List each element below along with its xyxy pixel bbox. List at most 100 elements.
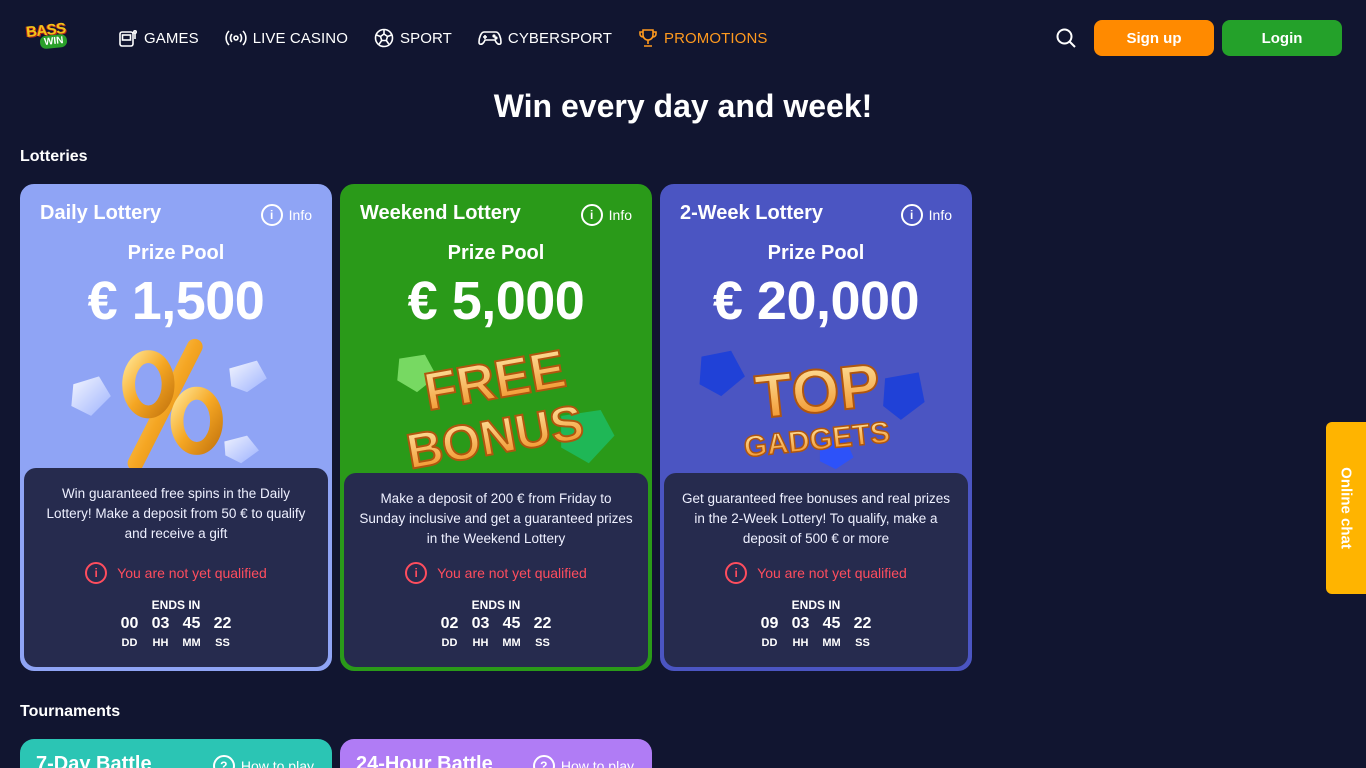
prize-pool-label: Prize Pool xyxy=(127,242,225,264)
timer-seconds: 22 xyxy=(533,615,552,632)
ends-in-label: ENDS IN xyxy=(791,598,841,612)
nav-cybersport[interactable]: CYBERSPORT xyxy=(478,26,612,50)
timer-seconds-label: SS xyxy=(855,637,870,649)
nav-sport[interactable]: SPORT xyxy=(374,26,452,50)
timer-hours-label: HH xyxy=(792,637,809,649)
tournament-name: 24-Hour Battle xyxy=(356,753,493,768)
bass-win-logo[interactable]: BASS WIN xyxy=(24,20,80,54)
timer-minutes-label: MM xyxy=(822,637,841,649)
top-gadgets-illustration: TOP GADGETS xyxy=(699,350,925,470)
lottery-name: 2-Week Lottery xyxy=(680,202,824,224)
nav-cybersport-label: CYBERSPORT xyxy=(507,29,612,47)
lottery-name: Weekend Lottery xyxy=(360,202,521,224)
info-label: Info xyxy=(288,207,312,223)
timer-days-label: DD xyxy=(121,637,138,649)
timer-days: 00 xyxy=(120,615,139,632)
timer-seconds: 22 xyxy=(853,615,872,632)
lottery-card-daily: Daily Lottery i Info Prize Pool € 1,500 … xyxy=(20,184,332,671)
free-bonus-illustration: FREE BONUS xyxy=(397,338,615,476)
main-nav: GAMES LIVE CASINO SPORT CYBERSPORT PROMO… xyxy=(118,26,794,50)
timer-seconds-label: SS xyxy=(215,637,230,649)
info-icon: i xyxy=(900,204,923,226)
nav-promotions-label: PROMOTIONS xyxy=(663,29,768,47)
lotteries-heading: Lotteries xyxy=(20,148,88,165)
info-icon: i xyxy=(260,204,283,226)
timer-hours-label: HH xyxy=(152,637,169,649)
lottery-details-panel: Make a deposit of 200 € from Friday to S… xyxy=(344,473,648,667)
timer-seconds: 22 xyxy=(213,615,232,632)
lottery-description: Make a deposit of 200 € from Friday to S… xyxy=(359,491,633,546)
qualification-status: i You are not yet qualified xyxy=(664,562,968,584)
lottery-description: Get guaranteed free bonuses and real pri… xyxy=(682,491,950,546)
timer-hours: 03 xyxy=(471,615,490,632)
broadcast-icon xyxy=(225,30,247,46)
qualification-status-text: You are not yet qualified xyxy=(757,565,907,581)
prize-pool-label: Prize Pool xyxy=(447,242,545,264)
nav-live-casino[interactable]: LIVE CASINO xyxy=(225,26,348,50)
timer-minutes-label: MM xyxy=(502,637,521,649)
nav-games[interactable]: GAMES xyxy=(118,26,199,50)
info-button[interactable]: i Info xyxy=(580,204,632,226)
prize-pool-label: Prize Pool xyxy=(767,242,865,264)
online-chat-label: Online chat xyxy=(1337,467,1355,549)
lottery-details-panel: Win guaranteed free spins in the Daily L… xyxy=(24,468,328,667)
alert-icon: i xyxy=(405,562,428,584)
timer-days: 02 xyxy=(440,615,459,632)
nav-promotions[interactable]: PROMOTIONS xyxy=(638,26,768,50)
info-label: Info xyxy=(608,207,632,223)
timer-hours: 03 xyxy=(151,615,170,632)
nav-sport-label: SPORT xyxy=(399,29,452,47)
nav-live-casino-label: LIVE CASINO xyxy=(252,29,348,47)
signup-button[interactable]: Sign up xyxy=(1094,20,1214,56)
tournament-name: 7-Day Battle xyxy=(36,753,152,768)
how-to-play-label: How to play xyxy=(240,758,314,768)
lottery-card-weekend: Weekend Lottery i Info Prize Pool € 5,00… xyxy=(340,184,652,671)
lottery-card-2-week: 2-Week Lottery i Info Prize Pool € 20,00… xyxy=(660,184,972,671)
top-header: BASS WIN GAMES LIVE CASINO SPORT CYBERSP… xyxy=(0,0,1366,76)
online-chat-tab[interactable]: Online chat xyxy=(1326,422,1366,594)
timer-seconds-label: SS xyxy=(535,637,550,649)
percent-crystals-illustration xyxy=(71,338,267,472)
prize-pool-amount: € 20,000 xyxy=(712,271,920,331)
trophy-icon xyxy=(639,29,657,47)
info-button[interactable]: i Info xyxy=(260,204,312,226)
timer-days-label: DD xyxy=(761,637,778,649)
countdown-timer: 09 DD 03 HH 45 MM 22 SS xyxy=(664,614,968,650)
timer-minutes-label: MM xyxy=(182,637,201,649)
question-icon: ? xyxy=(532,755,555,768)
ends-in-label: ENDS IN xyxy=(151,598,201,612)
info-button[interactable]: i Info xyxy=(900,204,952,226)
qualification-status-text: You are not yet qualified xyxy=(117,565,267,581)
timer-hours: 03 xyxy=(791,615,810,632)
timer-minutes: 45 xyxy=(502,615,521,632)
login-button[interactable]: Login xyxy=(1222,20,1342,56)
prize-pool-amount: € 1,500 xyxy=(87,271,265,331)
slot-machine-icon xyxy=(119,29,138,47)
info-icon: i xyxy=(580,204,603,226)
qualification-status: i You are not yet qualified xyxy=(24,562,328,584)
alert-icon: i xyxy=(725,562,748,584)
timer-minutes: 45 xyxy=(182,615,201,632)
tournaments-heading: Tournaments xyxy=(20,703,121,720)
qualification-status: i You are not yet qualified xyxy=(344,562,648,584)
gamepad-icon xyxy=(478,31,502,46)
soccer-ball-icon xyxy=(374,28,394,48)
lottery-name: Daily Lottery xyxy=(40,202,162,224)
timer-minutes: 45 xyxy=(822,615,841,632)
how-to-play-button[interactable]: ? How to play xyxy=(212,755,314,768)
how-to-play-label: How to play xyxy=(560,758,634,768)
lottery-details-panel: Get guaranteed free bonuses and real pri… xyxy=(664,473,968,667)
countdown-timer: 02 DD 03 HH 45 MM 22 SS xyxy=(344,614,648,650)
countdown-timer: 00 DD 03 HH 45 MM 22 SS xyxy=(24,614,328,650)
search-icon xyxy=(1056,28,1076,48)
lottery-description: Win guaranteed free spins in the Daily L… xyxy=(46,486,306,541)
alert-icon: i xyxy=(85,562,108,584)
timer-days: 09 xyxy=(760,615,779,632)
search-button[interactable] xyxy=(1054,26,1078,50)
question-icon: ? xyxy=(212,755,235,768)
tournament-card-7-day: 7-Day Battle ? How to play xyxy=(20,739,332,768)
timer-hours-label: HH xyxy=(472,637,489,649)
ends-in-label: ENDS IN xyxy=(471,598,521,612)
how-to-play-button[interactable]: ? How to play xyxy=(532,755,634,768)
tournament-card-24-hour: 24-Hour Battle ? How to play xyxy=(340,739,652,768)
